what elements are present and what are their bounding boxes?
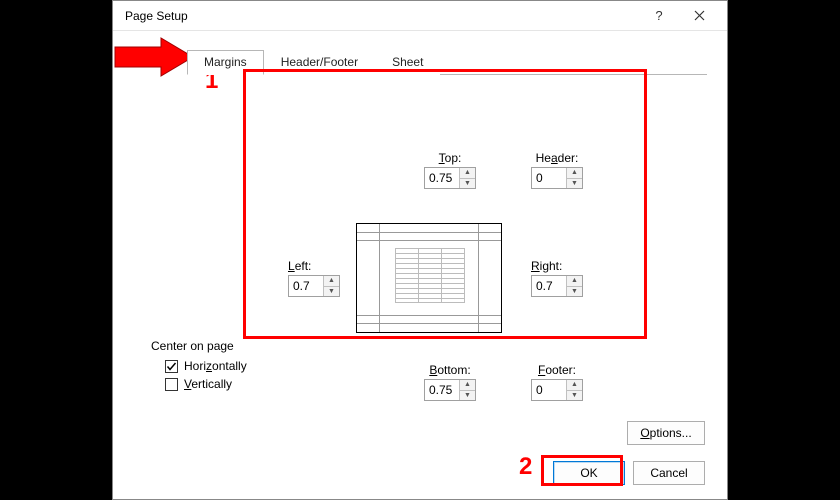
spinner-buttons[interactable]: ▲▼ <box>566 276 582 296</box>
margin-bottom-label: Bottom: <box>424 363 476 377</box>
margin-footer-label: Footer: <box>531 363 583 377</box>
center-vertically-label: Vertically <box>184 377 232 391</box>
chevron-down-icon[interactable]: ▼ <box>460 179 475 189</box>
margin-right-group: Right: ▲▼ <box>531 259 583 297</box>
margin-top-spinner[interactable]: ▲▼ <box>424 167 476 189</box>
check-icon <box>166 361 177 372</box>
titlebar: Page Setup ? <box>113 1 727 31</box>
margin-header-label: Header: <box>531 151 583 165</box>
cancel-button[interactable]: Cancel <box>633 461 705 485</box>
chevron-down-icon[interactable]: ▼ <box>567 287 582 297</box>
annotation-arrow <box>109 35 199 81</box>
ok-button[interactable]: OK <box>553 461 625 485</box>
margin-footer-spinner[interactable]: ▲▼ <box>531 379 583 401</box>
close-button[interactable] <box>679 2 719 30</box>
spinner-buttons[interactable]: ▲▼ <box>459 380 475 400</box>
help-button[interactable]: ? <box>639 2 679 30</box>
options-button[interactable]: Options... <box>627 421 705 445</box>
chevron-up-icon[interactable]: ▲ <box>460 380 475 391</box>
margin-bottom-spinner[interactable]: ▲▼ <box>424 379 476 401</box>
tab-header-footer[interactable]: Header/Footer <box>264 50 375 75</box>
margin-footer-group: Footer: ▲▼ <box>531 363 583 401</box>
tab-sheet[interactable]: Sheet <box>375 50 440 75</box>
dialog-title: Page Setup <box>125 9 639 23</box>
dialog-footer-buttons: OK Cancel <box>553 461 705 485</box>
spinner-buttons[interactable]: ▲▼ <box>566 168 582 188</box>
margin-left-group: Left: ▲▼ <box>288 259 340 297</box>
spinner-buttons[interactable]: ▲▼ <box>459 168 475 188</box>
tab-margins[interactable]: Margins <box>187 50 264 75</box>
center-on-page-group: Center on page Horizontally Vertically <box>151 339 247 393</box>
spinner-buttons[interactable]: ▲▼ <box>323 276 339 296</box>
margin-left-input[interactable] <box>289 276 323 296</box>
page-preview-content <box>395 248 465 310</box>
margin-left-spinner[interactable]: ▲▼ <box>288 275 340 297</box>
chevron-up-icon[interactable]: ▲ <box>324 276 339 287</box>
chevron-up-icon[interactable]: ▲ <box>567 276 582 287</box>
margin-header-input[interactable] <box>532 168 566 188</box>
margin-bottom-group: Bottom: ▲▼ <box>424 363 476 401</box>
center-on-page-label: Center on page <box>151 339 247 353</box>
page-preview <box>356 223 502 333</box>
margin-footer-input[interactable] <box>532 380 566 400</box>
margin-right-label: Right: <box>531 259 583 273</box>
margin-header-group: Header: ▲▼ <box>531 151 583 189</box>
chevron-down-icon[interactable]: ▼ <box>324 287 339 297</box>
tab-strip: Margins Header/Footer Sheet <box>187 49 727 74</box>
annotation-step-2: 2 <box>519 453 532 481</box>
chevron-down-icon[interactable]: ▼ <box>567 179 582 189</box>
margin-left-label: Left: <box>288 259 340 273</box>
center-horizontally-checkbox[interactable] <box>165 360 178 373</box>
page-setup-dialog: Page Setup ? 1 Margins Header/Footer She… <box>112 0 728 500</box>
center-vertically-row[interactable]: Vertically <box>165 377 247 391</box>
chevron-up-icon[interactable]: ▲ <box>460 168 475 179</box>
center-horizontally-label: Horizontally <box>184 359 247 373</box>
chevron-down-icon[interactable]: ▼ <box>460 391 475 401</box>
margin-top-group: Top: ▲▼ <box>424 151 476 189</box>
margin-top-label: Top: <box>424 151 476 165</box>
chevron-down-icon[interactable]: ▼ <box>567 391 582 401</box>
spinner-buttons[interactable]: ▲▼ <box>566 380 582 400</box>
margin-header-spinner[interactable]: ▲▼ <box>531 167 583 189</box>
close-icon <box>694 10 705 21</box>
chevron-up-icon[interactable]: ▲ <box>567 380 582 391</box>
chevron-up-icon[interactable]: ▲ <box>567 168 582 179</box>
margin-right-spinner[interactable]: ▲▼ <box>531 275 583 297</box>
center-horizontally-row[interactable]: Horizontally <box>165 359 247 373</box>
margin-top-input[interactable] <box>425 168 459 188</box>
center-vertically-checkbox[interactable] <box>165 378 178 391</box>
margin-right-input[interactable] <box>532 276 566 296</box>
margin-bottom-input[interactable] <box>425 380 459 400</box>
